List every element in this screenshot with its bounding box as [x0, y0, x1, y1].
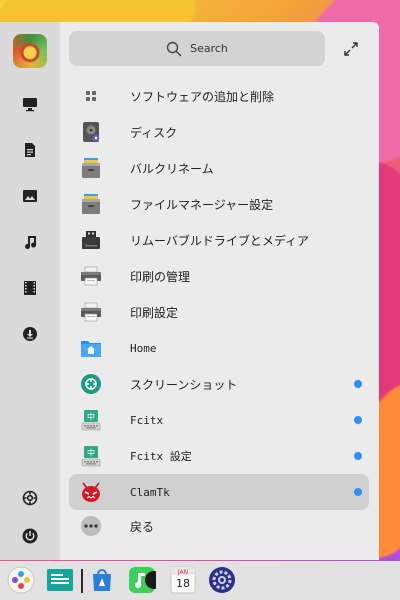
list-item[interactable]: Home	[69, 330, 369, 366]
list-item[interactable]: ソフトウェアの追加と削除	[69, 78, 369, 114]
new-app-indicator	[354, 380, 362, 388]
file-cabinet-icon	[80, 193, 102, 215]
home-folder-icon	[80, 337, 102, 359]
music-player-icon[interactable]	[128, 566, 156, 594]
list-item[interactable]: 印刷の管理	[69, 258, 369, 294]
removable-drive-icon	[80, 229, 102, 251]
system-settings-icon[interactable]	[208, 566, 236, 594]
dock-separator	[81, 569, 83, 593]
screenshot-icon	[80, 373, 102, 395]
package-grid-icon	[80, 85, 102, 107]
search-input[interactable]: Search	[69, 31, 325, 66]
music-icon[interactable]	[20, 232, 40, 252]
app-label: ClamTk	[130, 485, 170, 499]
app-label: Home	[130, 341, 157, 355]
computer-icon[interactable]	[20, 94, 40, 114]
app-label: 印刷設定	[130, 305, 179, 320]
app-label: 印刷の管理	[130, 269, 191, 284]
new-app-indicator	[354, 452, 362, 460]
launcher-sidebar	[0, 22, 60, 560]
list-item[interactable]: 中 Fcitx	[69, 402, 369, 438]
launcher-icon[interactable]	[7, 566, 35, 594]
app-label: Fcitx	[130, 413, 164, 427]
file-cabinet-icon	[80, 157, 102, 179]
svg-text:中: 中	[87, 448, 95, 458]
app-label: スクリーンショット	[130, 377, 238, 392]
calendar-day: 18	[176, 577, 190, 590]
back-label: 戻る	[130, 519, 155, 534]
power-icon[interactable]	[20, 526, 40, 546]
app-label: Fcitx 設定	[130, 450, 192, 463]
clamtk-icon	[80, 481, 102, 503]
video-icon[interactable]	[20, 278, 40, 298]
list-item[interactable]: バルクリネーム	[69, 150, 369, 186]
list-item[interactable]: ClamTk	[69, 474, 369, 510]
app-label: リムーバブルドライブとメディア	[130, 233, 310, 248]
list-item[interactable]: リムーバブルドライブとメディア	[69, 222, 369, 258]
svg-text:中: 中	[87, 412, 95, 422]
search-label: Search	[190, 42, 228, 55]
app-label: ディスク	[130, 125, 178, 140]
disk-icon	[80, 121, 102, 143]
dock: JAN 18	[0, 561, 400, 600]
more-icon	[80, 515, 102, 537]
new-app-indicator	[354, 488, 362, 496]
keyboard-input-icon: 中	[80, 409, 102, 431]
printer-icon	[80, 265, 102, 287]
store-icon[interactable]	[88, 566, 116, 594]
avatar[interactable]	[13, 34, 47, 68]
new-app-indicator	[354, 416, 362, 424]
app-label: ソフトウェアの追加と削除	[130, 89, 275, 104]
app-label: ファイルマネージャー設定	[130, 197, 274, 212]
document-icon[interactable]	[20, 140, 40, 160]
app-label: バルクリネーム	[130, 161, 214, 176]
settings-icon[interactable]	[20, 488, 40, 508]
list-item[interactable]: ファイルマネージャー設定	[69, 186, 369, 222]
search-icon	[166, 41, 182, 56]
calendar-month: JAN	[177, 569, 188, 576]
list-item[interactable]: ディスク	[69, 114, 369, 150]
fullscreen-expand-icon[interactable]	[342, 40, 360, 58]
app-launcher: Search ソフトウェアの追加と削除 ディスクバルクリネームファイルマネージャー…	[0, 22, 379, 560]
file-manager-icon[interactable]	[46, 566, 74, 594]
list-item[interactable]: スクリーンショット	[69, 366, 369, 402]
download-icon[interactable]	[20, 324, 40, 344]
picture-icon[interactable]	[20, 186, 40, 206]
app-list: ソフトウェアの追加と削除 ディスクバルクリネームファイルマネージャー設定リムーバブ…	[69, 78, 369, 510]
printer-icon	[80, 301, 102, 323]
calendar-icon[interactable]: JAN 18	[169, 566, 197, 594]
list-item[interactable]: 中 Fcitx 設定	[69, 438, 369, 474]
back-button[interactable]: 戻る	[69, 508, 369, 544]
list-item[interactable]: 印刷設定	[69, 294, 369, 330]
keyboard-input-icon: 中	[80, 445, 102, 467]
